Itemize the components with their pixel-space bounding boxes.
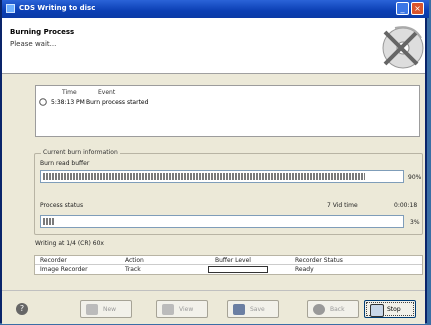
close-button[interactable]: × [411, 2, 424, 15]
row-action: Track [125, 266, 141, 273]
read-buffer-label: Burn read buffer [40, 160, 90, 167]
wizard-header: Burning Process Please wait... [2, 18, 425, 74]
page-title: Burning Process [10, 28, 75, 36]
log-entry-time: 5:38:13 PM [51, 99, 85, 106]
stop-button[interactable]: Stop [364, 300, 416, 318]
new-icon [86, 304, 98, 315]
row-status: Ready [295, 266, 314, 273]
view-button[interactable]: View [156, 300, 208, 318]
process-fill [43, 218, 54, 225]
process-progress [40, 215, 404, 228]
read-buffer-fill [43, 173, 366, 180]
save-icon [233, 304, 245, 315]
elapsed-time-label: 7 Vid time [327, 202, 358, 209]
info-icon [39, 98, 47, 106]
event-log[interactable]: Time Event 5:38:13 PM Burn process start… [35, 85, 420, 137]
table-divider [35, 264, 422, 265]
back-button[interactable]: Back [307, 300, 359, 318]
app-icon [6, 4, 15, 13]
title-bar[interactable]: CDS Writing to disc _ × [2, 0, 429, 18]
col-action: Action [125, 257, 144, 264]
burn-wizard-window: CDS Writing to disc _ × Burning Process … [0, 0, 429, 324]
save-button[interactable]: Save [227, 300, 279, 318]
new-button[interactable]: New [80, 300, 132, 318]
elapsed-time-value: 0:00:18 [394, 202, 418, 209]
window-title: CDS Writing to disc [19, 4, 96, 12]
col-buffer-level: Buffer Level [215, 257, 251, 264]
log-entry-event: Burn process started [86, 99, 149, 106]
buffer-level-bar [208, 266, 268, 273]
group-legend: Current burn information [41, 149, 120, 156]
read-buffer-progress [40, 170, 404, 183]
page-subtitle: Please wait... [10, 40, 57, 48]
row-recorder: Image Recorder [40, 266, 88, 273]
process-status-label: Process status [40, 202, 84, 209]
help-icon[interactable]: ? [16, 303, 28, 315]
process-percent: 3% [410, 219, 420, 226]
writing-status: Writing at 1/4 (CR) 60x [35, 240, 104, 247]
minimize-button[interactable]: _ [396, 2, 409, 15]
view-icon [162, 304, 174, 315]
disc-logo-icon [355, 18, 425, 73]
log-col-time: Time [62, 89, 77, 96]
log-col-event: Event [98, 89, 116, 96]
col-recorder: Recorder [40, 257, 67, 264]
read-buffer-percent: 90% [408, 174, 422, 181]
stop-icon [370, 304, 384, 317]
col-recorder-status: Recorder Status [295, 257, 343, 264]
wizard-footer: ? New View Save Back Stop [2, 290, 425, 324]
back-icon [313, 304, 325, 315]
